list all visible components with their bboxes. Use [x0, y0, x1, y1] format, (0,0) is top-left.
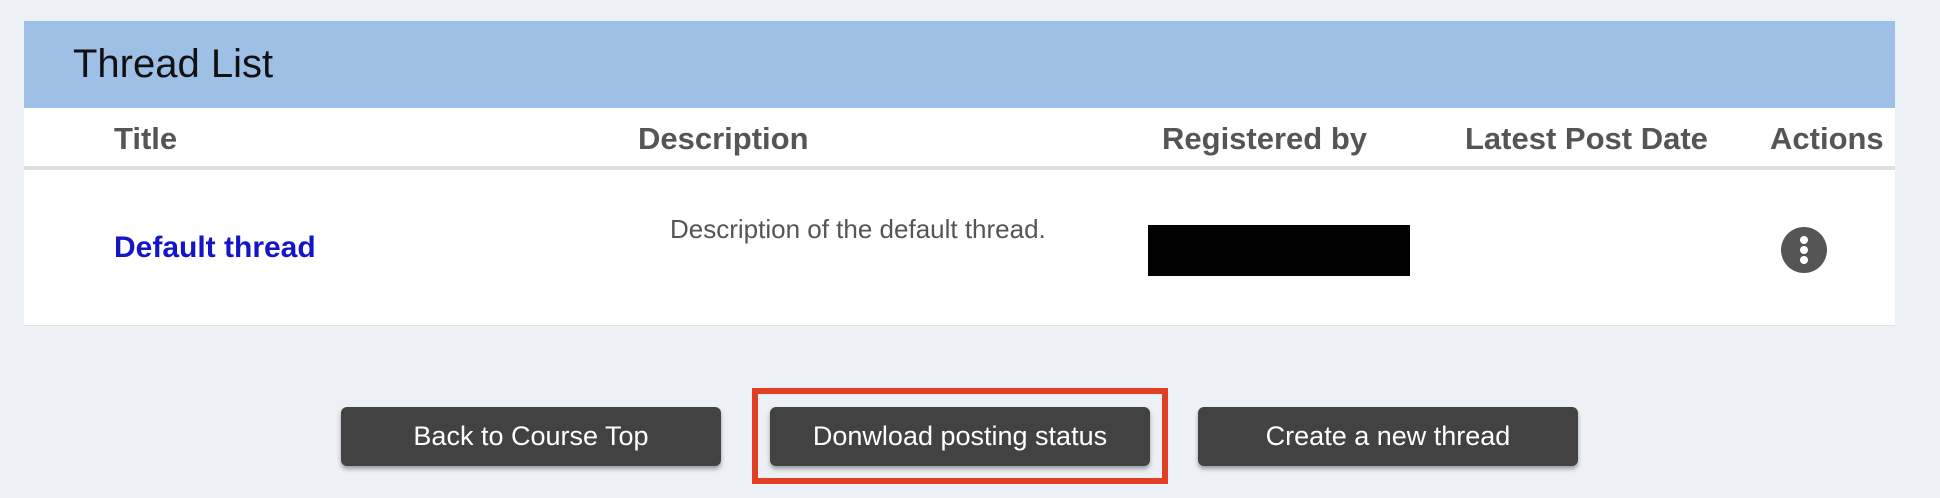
- column-header-latest-post-date: Latest Post Date: [1465, 121, 1708, 156]
- column-header-description: Description: [638, 121, 809, 156]
- thread-list-panel: Thread List Title Description Registered…: [24, 21, 1895, 326]
- back-to-course-top-button[interactable]: Back to Course Top: [341, 407, 721, 466]
- thread-description: Description of the default thread.: [670, 214, 1046, 244]
- create-new-thread-button[interactable]: Create a new thread: [1198, 407, 1578, 466]
- registered-by-redacted: [1148, 225, 1410, 276]
- panel-header: Thread List: [24, 21, 1895, 108]
- column-header-registered-by: Registered by: [1162, 121, 1368, 156]
- column-header-actions: Actions: [1770, 121, 1884, 156]
- table-row: Default thread Description of the defaul…: [24, 170, 1895, 325]
- thread-title-link[interactable]: Default thread: [114, 230, 316, 266]
- column-header-title: Title: [114, 121, 178, 156]
- table-header-row: Title Description Registered by Latest P…: [24, 108, 1895, 170]
- download-posting-status-button[interactable]: Donwload posting status: [770, 407, 1150, 466]
- panel-title: Thread List: [73, 42, 274, 86]
- more-vertical-icon[interactable]: [1781, 227, 1827, 273]
